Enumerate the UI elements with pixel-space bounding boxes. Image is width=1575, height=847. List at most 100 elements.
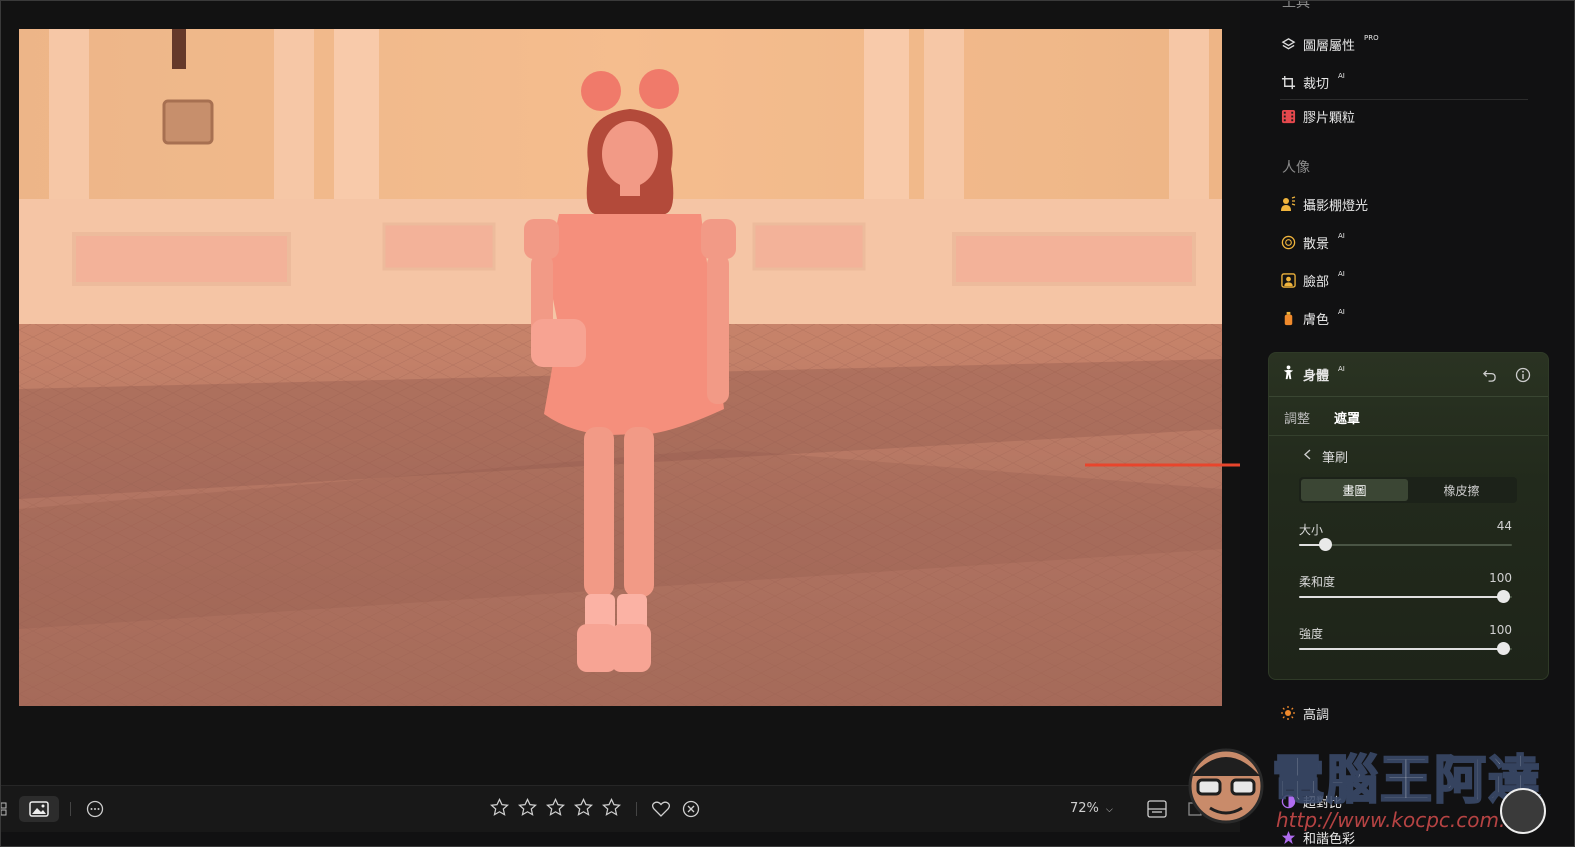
- tool-color-harmony[interactable]: 和諧色彩: [1280, 826, 1355, 847]
- reject-button[interactable]: [680, 796, 702, 822]
- tool-label: 圖層屬性: [1303, 38, 1356, 54]
- toolbar-separator: [636, 802, 637, 816]
- tools-section-header: 工具: [1282, 0, 1310, 11]
- zoom-dropdown[interactable]: 72% ⌵: [1070, 801, 1113, 816]
- panel-header: 身體 AI: [1281, 365, 1345, 384]
- slider-label: 強度: [1299, 627, 1324, 641]
- slider-knob[interactable]: [1318, 538, 1332, 551]
- ai-badge: AI: [1338, 308, 1345, 316]
- panel-divider: [1269, 435, 1548, 436]
- high-key-icon: [1280, 705, 1296, 721]
- ai-badge: AI: [1338, 364, 1345, 373]
- star-icon[interactable]: [602, 798, 621, 817]
- ai-badge: AI: [1338, 72, 1345, 80]
- slider-label: 大小: [1299, 523, 1324, 537]
- ai-badge: AI: [1338, 232, 1345, 240]
- tool-label: 散景: [1303, 236, 1330, 252]
- bokeh-icon: [1280, 234, 1296, 250]
- slider-track[interactable]: [1299, 590, 1512, 603]
- tool-label: 裁切: [1303, 76, 1330, 92]
- grid-icon: [1, 802, 7, 816]
- skin-tone-icon: [1280, 310, 1296, 326]
- tool-skin-tone[interactable]: 膚色 AI: [1280, 307, 1345, 329]
- tool-label: 膠片顆粒: [1303, 110, 1356, 126]
- reject-icon: [682, 800, 700, 818]
- slider-track[interactable]: [1299, 538, 1512, 551]
- chevron-left-icon: [1303, 449, 1312, 464]
- panel-tabs: 調整 遮罩: [1284, 408, 1360, 427]
- tab-adjust[interactable]: 調整: [1284, 408, 1310, 427]
- star-icon[interactable]: [490, 798, 509, 817]
- single-image-view-button[interactable]: [19, 796, 59, 822]
- brush-label: 筆刷: [1322, 451, 1349, 466]
- image-icon: [29, 801, 49, 817]
- face-icon: [1280, 272, 1296, 288]
- frame-icon: [1188, 802, 1202, 816]
- split-view-icon: [1147, 800, 1167, 818]
- slider-knob[interactable]: [1497, 590, 1511, 603]
- slider-value: 100: [1489, 623, 1512, 637]
- slider-fill: [1299, 596, 1504, 598]
- slider-track[interactable]: [1299, 642, 1512, 655]
- rating-stars: [490, 798, 621, 817]
- tool-label: 臉部: [1303, 274, 1330, 290]
- crop-icon: [1280, 74, 1296, 90]
- brush-mode-segmented-control: 畫圖 橡皮擦: [1299, 477, 1517, 503]
- edit-sidebar: 工具 圖層屬性 PRO 裁切 AI 膠片顆粒 人像 攝影棚燈光 散景 AI 臉部…: [1240, 0, 1575, 847]
- tool-bokeh[interactable]: 散景 AI: [1280, 231, 1345, 253]
- favorite-button[interactable]: [650, 796, 672, 822]
- star-icon[interactable]: [546, 798, 565, 817]
- heart-icon: [652, 801, 670, 817]
- compare-split-button[interactable]: [1145, 796, 1169, 822]
- panel-title: 身體: [1303, 369, 1330, 384]
- bottom-toolbar: 72% ⌵: [0, 785, 1244, 832]
- section-divider: [1280, 99, 1528, 100]
- tool-layer-properties[interactable]: 圖層屬性 PRO: [1280, 33, 1379, 55]
- zoom-value: 72%: [1070, 801, 1099, 816]
- preview-eye-button[interactable]: [1222, 796, 1246, 822]
- super-contrast-icon: [1280, 793, 1296, 809]
- tab-mask[interactable]: 遮罩: [1334, 408, 1360, 427]
- film-grain-icon: [1280, 108, 1296, 124]
- tool-crop[interactable]: 裁切 AI: [1280, 71, 1345, 93]
- info-icon: [1515, 367, 1531, 383]
- slider-value: 100: [1489, 571, 1512, 585]
- toolbar-separator: [70, 802, 71, 816]
- slider-fill: [1299, 648, 1504, 650]
- tool-film-grain[interactable]: 膠片顆粒: [1280, 105, 1355, 127]
- tool-label: 膚色: [1303, 312, 1330, 328]
- body-icon: [1281, 365, 1296, 384]
- more-options-button[interactable]: [84, 796, 106, 822]
- undo-button[interactable]: [1479, 365, 1499, 385]
- more-icon: [86, 800, 104, 818]
- tool-label: 超對比: [1303, 795, 1343, 811]
- tool-high-key[interactable]: 高調: [1280, 702, 1329, 724]
- eraser-mode-button[interactable]: 橡皮擦: [1408, 479, 1515, 501]
- tool-studio-light[interactable]: 攝影棚燈光: [1280, 193, 1368, 215]
- studio-light-icon: [1280, 196, 1296, 212]
- grid-view-button[interactable]: [0, 796, 10, 822]
- star-icon[interactable]: [574, 798, 593, 817]
- star-icon[interactable]: [518, 798, 537, 817]
- eye-icon: [1224, 803, 1244, 815]
- tool-label: 和諧色彩: [1303, 831, 1356, 847]
- layers-icon: [1280, 36, 1296, 52]
- slider-label: 柔和度: [1299, 575, 1336, 589]
- brush-back-button[interactable]: 筆刷: [1303, 447, 1348, 466]
- tool-super-contrast[interactable]: 超對比: [1280, 790, 1342, 812]
- slider-knob[interactable]: [1497, 642, 1511, 655]
- crop-view-button[interactable]: [1185, 796, 1205, 822]
- tool-face[interactable]: 臉部 AI: [1280, 269, 1345, 291]
- draw-mode-button[interactable]: 畫圖: [1301, 479, 1408, 501]
- portrait-section-header: 人像: [1282, 160, 1310, 176]
- photo-canvas[interactable]: [0, 0, 1240, 785]
- ai-badge: AI: [1338, 270, 1345, 278]
- chevron-down-icon: ⌵: [1106, 805, 1113, 815]
- tool-label: 高調: [1303, 707, 1330, 723]
- panel-divider: [1269, 396, 1548, 397]
- info-button[interactable]: [1513, 365, 1533, 385]
- photo-image: [19, 29, 1222, 706]
- tool-label: 攝影棚燈光: [1303, 198, 1369, 214]
- photo-preview[interactable]: [19, 29, 1222, 706]
- body-tool-panel: 身體 AI 調整 遮罩 筆刷 畫圖 橡皮擦 大小 44 柔和度 100 強度 1…: [1268, 352, 1549, 680]
